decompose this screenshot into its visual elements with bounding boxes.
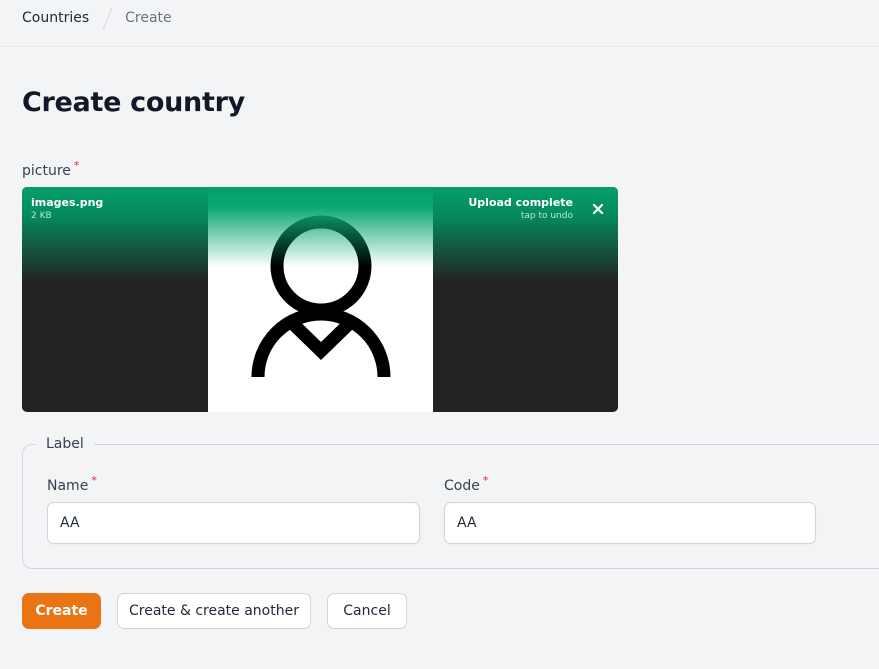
create-button[interactable]: Create (22, 593, 101, 629)
breadcrumb-countries[interactable]: Countries (22, 10, 89, 26)
picture-label-text: picture (22, 163, 71, 179)
breadcrumb: Countries Create (22, 7, 172, 29)
file-size: 2 KB (31, 211, 52, 221)
create-another-button[interactable]: Create & create another (117, 593, 311, 629)
required-marker: * (73, 159, 80, 172)
file-name: images.png (31, 196, 104, 209)
upload-status: Upload complete (468, 196, 573, 209)
undo-hint[interactable]: tap to undo (521, 211, 573, 221)
page-title: Create country (22, 87, 245, 118)
required-marker: * (91, 474, 97, 487)
picture-label: picture * (22, 159, 79, 179)
cancel-button[interactable]: Cancel (327, 593, 407, 629)
close-icon[interactable] (588, 199, 608, 219)
breadcrumb-create: Create (125, 10, 172, 26)
preview-gradient (208, 187, 433, 267)
breadcrumb-separator (101, 7, 115, 29)
code-label: Code * (444, 474, 488, 494)
top-bar: Countries Create (0, 0, 879, 47)
fieldset-legend: Label (36, 436, 94, 452)
code-input[interactable]: AA (444, 502, 816, 544)
name-label: Name * (47, 474, 97, 494)
file-upload[interactable]: images.png 2 KB Upload complete tap to u… (22, 187, 618, 412)
code-label-text: Code (444, 478, 480, 494)
required-marker: * (482, 474, 489, 487)
name-label-text: Name (47, 478, 89, 494)
image-preview (208, 187, 433, 412)
name-input[interactable]: AA (47, 502, 420, 544)
